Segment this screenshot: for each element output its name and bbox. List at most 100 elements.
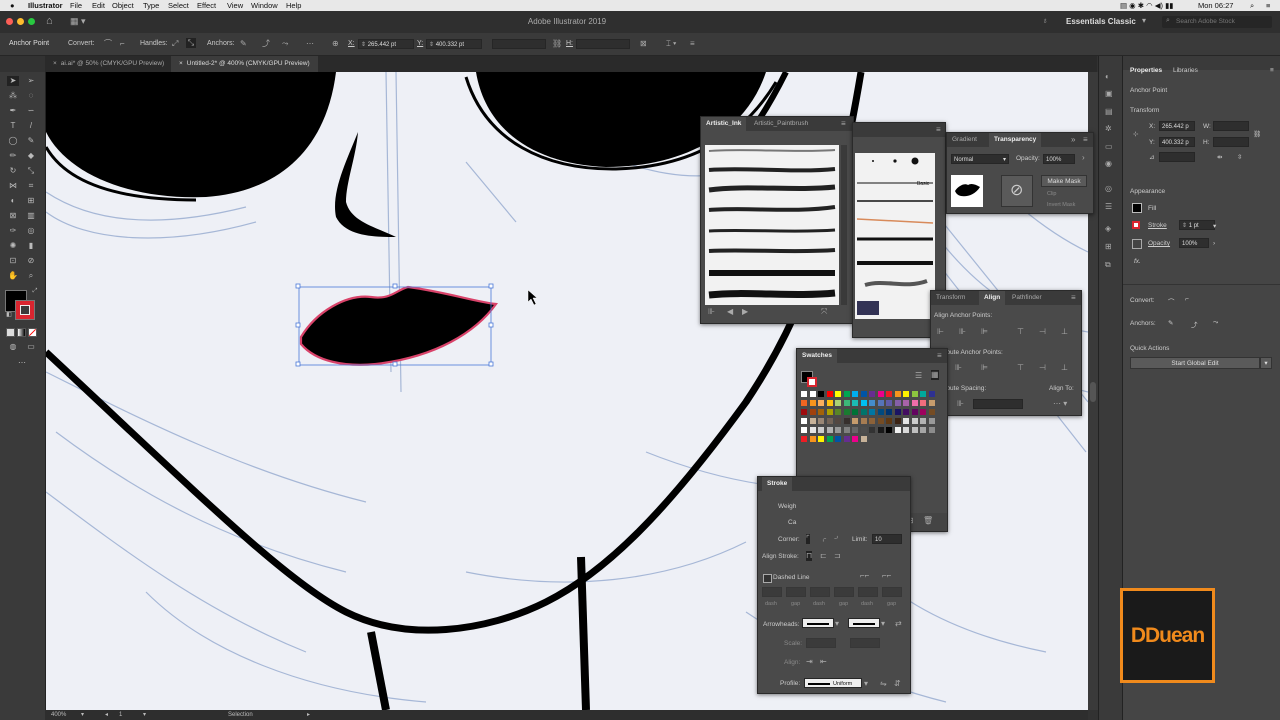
color-swatch[interactable] <box>818 400 824 406</box>
color-swatch[interactable] <box>818 427 824 433</box>
rotate-icon[interactable]: ⊿ <box>1149 153 1154 161</box>
prev-artboard-icon[interactable]: ◂ <box>105 711 108 718</box>
preserve-dash-icon[interactable]: ⌐⌐ <box>860 571 869 581</box>
align-hcenter-icon[interactable]: ⊪ <box>959 327 966 337</box>
selection-tool-icon[interactable]: ➤ <box>7 76 19 86</box>
close-tab-icon[interactable]: × <box>179 60 183 67</box>
color-swatch[interactable] <box>852 400 858 406</box>
color-swatch[interactable] <box>826 427 833 433</box>
menu-edit[interactable]: Edit <box>92 1 105 10</box>
prop-opacity-field[interactable]: 100% <box>1179 238 1209 248</box>
lightbulb-icon[interactable]: ♁ <box>1042 16 1048 26</box>
scale-tool-icon[interactable]: ⤡ <box>25 166 37 176</box>
delete-swatch-icon[interactable]: 🗑 <box>923 516 933 526</box>
edit-toolbar-icon[interactable]: ⋯ <box>16 358 28 368</box>
arrow-tip-at-end-icon[interactable]: ⇤ <box>820 657 827 667</box>
screen-mode-icon[interactable]: ▭ <box>25 342 37 352</box>
type-tool-icon[interactable]: T <box>7 121 19 131</box>
panel-menu-icon[interactable]: ≡ <box>1270 67 1274 74</box>
color-swatch[interactable] <box>894 427 901 433</box>
magic-wand-tool-icon[interactable]: ⁂ <box>7 91 19 101</box>
invert-mask-checkbox-label[interactable]: Invert Mask <box>1047 202 1075 208</box>
flip-profile-vertical-icon[interactable]: ⇵ <box>894 679 901 689</box>
color-swatch[interactable] <box>886 391 892 397</box>
color-swatch[interactable] <box>886 400 892 406</box>
spotlight-icon[interactable]: ⌕ <box>1250 1 1254 11</box>
color-swatch[interactable] <box>903 427 909 433</box>
stroke-color-swatch[interactable] <box>15 300 35 320</box>
start-arrowhead-chevron-icon[interactable]: ▾ <box>835 619 839 629</box>
slice-tool-icon[interactable]: ⊘ <box>25 256 37 266</box>
cut-path-icon[interactable]: ⤳ <box>282 39 288 49</box>
direct-selection-tool-icon[interactable]: ➢ <box>25 76 37 86</box>
color-swatch[interactable] <box>920 409 926 415</box>
status-arrow-icon[interactable]: ▸ <box>307 711 310 718</box>
pencil-tool-icon[interactable]: ✏ <box>7 151 19 161</box>
distribute-hcenter-icon[interactable]: ⊪ <box>955 363 962 373</box>
reference-point-icon[interactable]: ⊹ <box>1133 130 1138 138</box>
brush-list-2[interactable]: Basic <box>855 153 935 319</box>
align-stroke-center-icon[interactable]: ⊓ <box>806 551 813 561</box>
swap-fill-stroke-icon[interactable]: ⤢ <box>29 286 41 296</box>
color-swatch[interactable] <box>886 409 892 415</box>
width-tool-icon[interactable]: ⋈ <box>7 181 19 191</box>
color-swatch[interactable] <box>835 418 841 424</box>
default-fill-stroke-icon[interactable]: ◧ <box>3 310 15 320</box>
color-swatch[interactable] <box>852 427 858 433</box>
transparency-menu-icon[interactable]: ≡ <box>1083 135 1088 145</box>
brush-list[interactable] <box>705 145 839 305</box>
menu-select[interactable]: Select <box>168 1 189 10</box>
color-swatch[interactable] <box>801 427 807 433</box>
brush-panel-close-icon[interactable]: ⤧ <box>821 307 827 317</box>
connect-anchors-icon[interactable]: ⤴ <box>262 39 270 49</box>
menu-app[interactable]: Illustrator <box>28 1 63 10</box>
mask-thumbnail[interactable]: ⊘ <box>1001 175 1033 207</box>
tab-libraries[interactable]: Libraries <box>1173 67 1198 74</box>
tab-transparency[interactable]: Transparency <box>989 133 1042 147</box>
flip-vertical-icon[interactable]: ⇳ <box>1237 153 1242 161</box>
color-swatch[interactable] <box>886 418 892 424</box>
color-swatch[interactable] <box>920 400 926 406</box>
color-swatch[interactable] <box>877 418 884 424</box>
distribute-bottom-icon[interactable]: ⊥ <box>1061 363 1068 373</box>
color-swatch[interactable] <box>894 400 901 406</box>
color-swatch[interactable] <box>809 409 816 415</box>
tab-transform[interactable]: Transform <box>931 291 970 305</box>
color-swatch[interactable] <box>869 418 875 424</box>
menu-file[interactable]: File <box>70 1 82 10</box>
color-swatch[interactable] <box>903 418 909 424</box>
draw-mode-icon[interactable]: ◍ <box>7 342 19 352</box>
artboards-panel-icon[interactable]: ⧉ <box>1105 260 1111 270</box>
color-swatch[interactable] <box>818 418 824 424</box>
flip-horizontal-icon[interactable]: ⇹ <box>1217 153 1222 161</box>
notifications-icon[interactable]: ≡ <box>1266 1 1270 10</box>
align-dash-icon[interactable]: ⌐⌐ <box>882 571 891 581</box>
profile-select[interactable]: Uniform <box>804 678 862 688</box>
tab-gradient[interactable]: Gradient <box>947 133 982 147</box>
color-swatch[interactable] <box>877 409 884 415</box>
prop-fill-swatch[interactable] <box>1132 203 1142 213</box>
constrain-icon[interactable]: ⛓ <box>552 39 562 49</box>
artboard-chevron-icon[interactable]: ▾ <box>143 711 146 718</box>
color-swatch[interactable] <box>877 400 884 406</box>
color-swatch[interactable] <box>928 427 935 433</box>
miter-join-icon[interactable]: ⌜ <box>806 534 810 544</box>
color-swatch[interactable] <box>928 409 935 415</box>
color-swatch[interactable] <box>911 409 918 415</box>
transform-icon[interactable]: ⊠ <box>640 39 647 49</box>
tab-stroke[interactable]: Stroke <box>762 477 793 491</box>
prop-x-field[interactable]: 265.442 p <box>1159 121 1195 131</box>
dashed-line-label[interactable]: Dashed Line <box>773 574 810 581</box>
y-field[interactable]: ⇕ 400.332 pt <box>426 39 482 49</box>
brushes-menu-icon[interactable]: ≡ <box>841 119 846 129</box>
profile-chevron-icon[interactable]: ▾ <box>864 679 868 689</box>
blend-tool-icon[interactable]: ◎ <box>25 226 37 236</box>
swatches-stroke-indicator[interactable] <box>807 377 817 387</box>
color-swatch[interactable] <box>801 391 807 397</box>
tab-swatches[interactable]: Swatches <box>797 349 837 363</box>
appearance-panel-icon[interactable]: ◎ <box>1105 184 1112 194</box>
color-swatch[interactable] <box>843 400 850 406</box>
color-swatch[interactable] <box>843 391 850 397</box>
color-swatch[interactable] <box>843 418 850 424</box>
isolate-icon[interactable]: ⋯ <box>306 39 314 49</box>
